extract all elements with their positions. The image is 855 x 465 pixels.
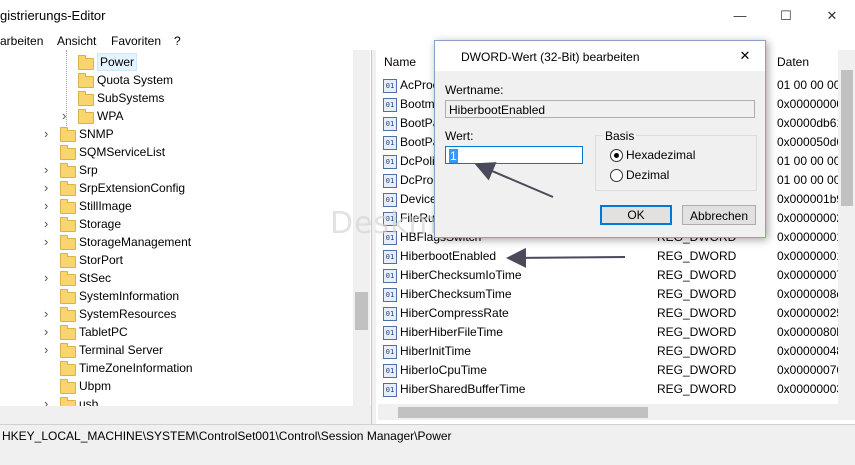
arrow-to-value-field [474, 162, 554, 198]
arrow-to-hiberboot-row [506, 247, 626, 268]
annotation-arrows [474, 162, 626, 268]
